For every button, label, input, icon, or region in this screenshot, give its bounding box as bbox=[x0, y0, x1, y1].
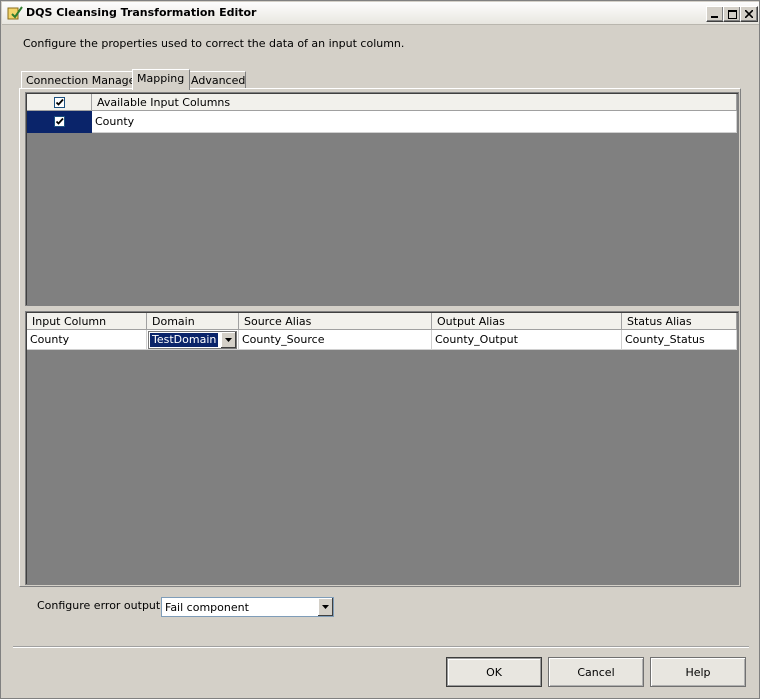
help-button[interactable]: Help bbox=[650, 657, 746, 687]
close-button[interactable] bbox=[740, 6, 758, 22]
status-alias-cell[interactable]: County_Status bbox=[622, 330, 737, 350]
tab-connection-manager[interactable]: Connection Manager bbox=[21, 71, 140, 89]
tab-mapping[interactable]: Mapping bbox=[132, 69, 190, 90]
close-icon bbox=[745, 10, 753, 18]
available-input-columns-header: Available Input Columns bbox=[92, 94, 737, 111]
domain-value: TestDomain bbox=[150, 333, 219, 347]
available-column-name[interactable]: County bbox=[92, 111, 737, 133]
select-all-checkbox[interactable] bbox=[54, 97, 65, 108]
output-alias-header: Output Alias bbox=[432, 313, 622, 330]
error-output-label: Configure error output: bbox=[37, 599, 164, 612]
title-bar[interactable]: DQS Cleansing Transformation Editor bbox=[2, 2, 759, 25]
chevron-down-icon bbox=[225, 338, 232, 342]
county-checkbox[interactable] bbox=[54, 116, 65, 127]
source-alias-cell[interactable]: County_Source bbox=[239, 330, 432, 350]
maximize-button[interactable] bbox=[723, 6, 741, 22]
error-output-value: Fail component bbox=[165, 601, 249, 614]
maximize-icon bbox=[727, 9, 737, 19]
status-alias-header: Status Alias bbox=[622, 313, 737, 330]
checkmark-icon bbox=[55, 117, 64, 125]
select-all-header[interactable] bbox=[27, 94, 92, 111]
output-alias-cell[interactable]: County_Output bbox=[432, 330, 622, 350]
mapping-grid[interactable]: Input Column Domain Source Alias Output … bbox=[25, 311, 739, 585]
window-title: DQS Cleansing Transformation Editor bbox=[26, 6, 257, 19]
dialog-description: Configure the properties used to correct… bbox=[23, 37, 405, 50]
dialog-window: DQS Cleansing Transformation Editor Conf… bbox=[0, 0, 760, 699]
row-checkbox-cell[interactable] bbox=[27, 111, 92, 133]
ok-button[interactable]: OK bbox=[446, 657, 542, 687]
button-separator bbox=[13, 646, 749, 648]
domain-cell[interactable]: TestDomain bbox=[147, 330, 239, 350]
minimize-button[interactable] bbox=[706, 6, 724, 22]
minimize-icon bbox=[711, 16, 718, 18]
cancel-button[interactable]: Cancel bbox=[548, 657, 644, 687]
source-alias-header: Source Alias bbox=[239, 313, 432, 330]
error-output-dropdown-button[interactable] bbox=[317, 598, 333, 616]
domain-dropdown-button[interactable] bbox=[220, 332, 236, 348]
mapping-tab-panel: Available Input Columns County Input Col… bbox=[19, 88, 741, 587]
available-input-columns-grid[interactable]: Available Input Columns County bbox=[25, 92, 739, 306]
input-column-header: Input Column bbox=[27, 313, 147, 330]
chevron-down-icon bbox=[322, 605, 329, 609]
domain-combobox[interactable]: TestDomain bbox=[148, 331, 237, 349]
input-column-cell[interactable]: County bbox=[27, 330, 147, 350]
dqs-app-icon bbox=[7, 6, 23, 20]
domain-header: Domain bbox=[147, 313, 239, 330]
error-output-select[interactable]: Fail component bbox=[161, 597, 334, 617]
checkmark-icon bbox=[55, 98, 64, 106]
tab-advanced[interactable]: Advanced bbox=[186, 71, 246, 89]
